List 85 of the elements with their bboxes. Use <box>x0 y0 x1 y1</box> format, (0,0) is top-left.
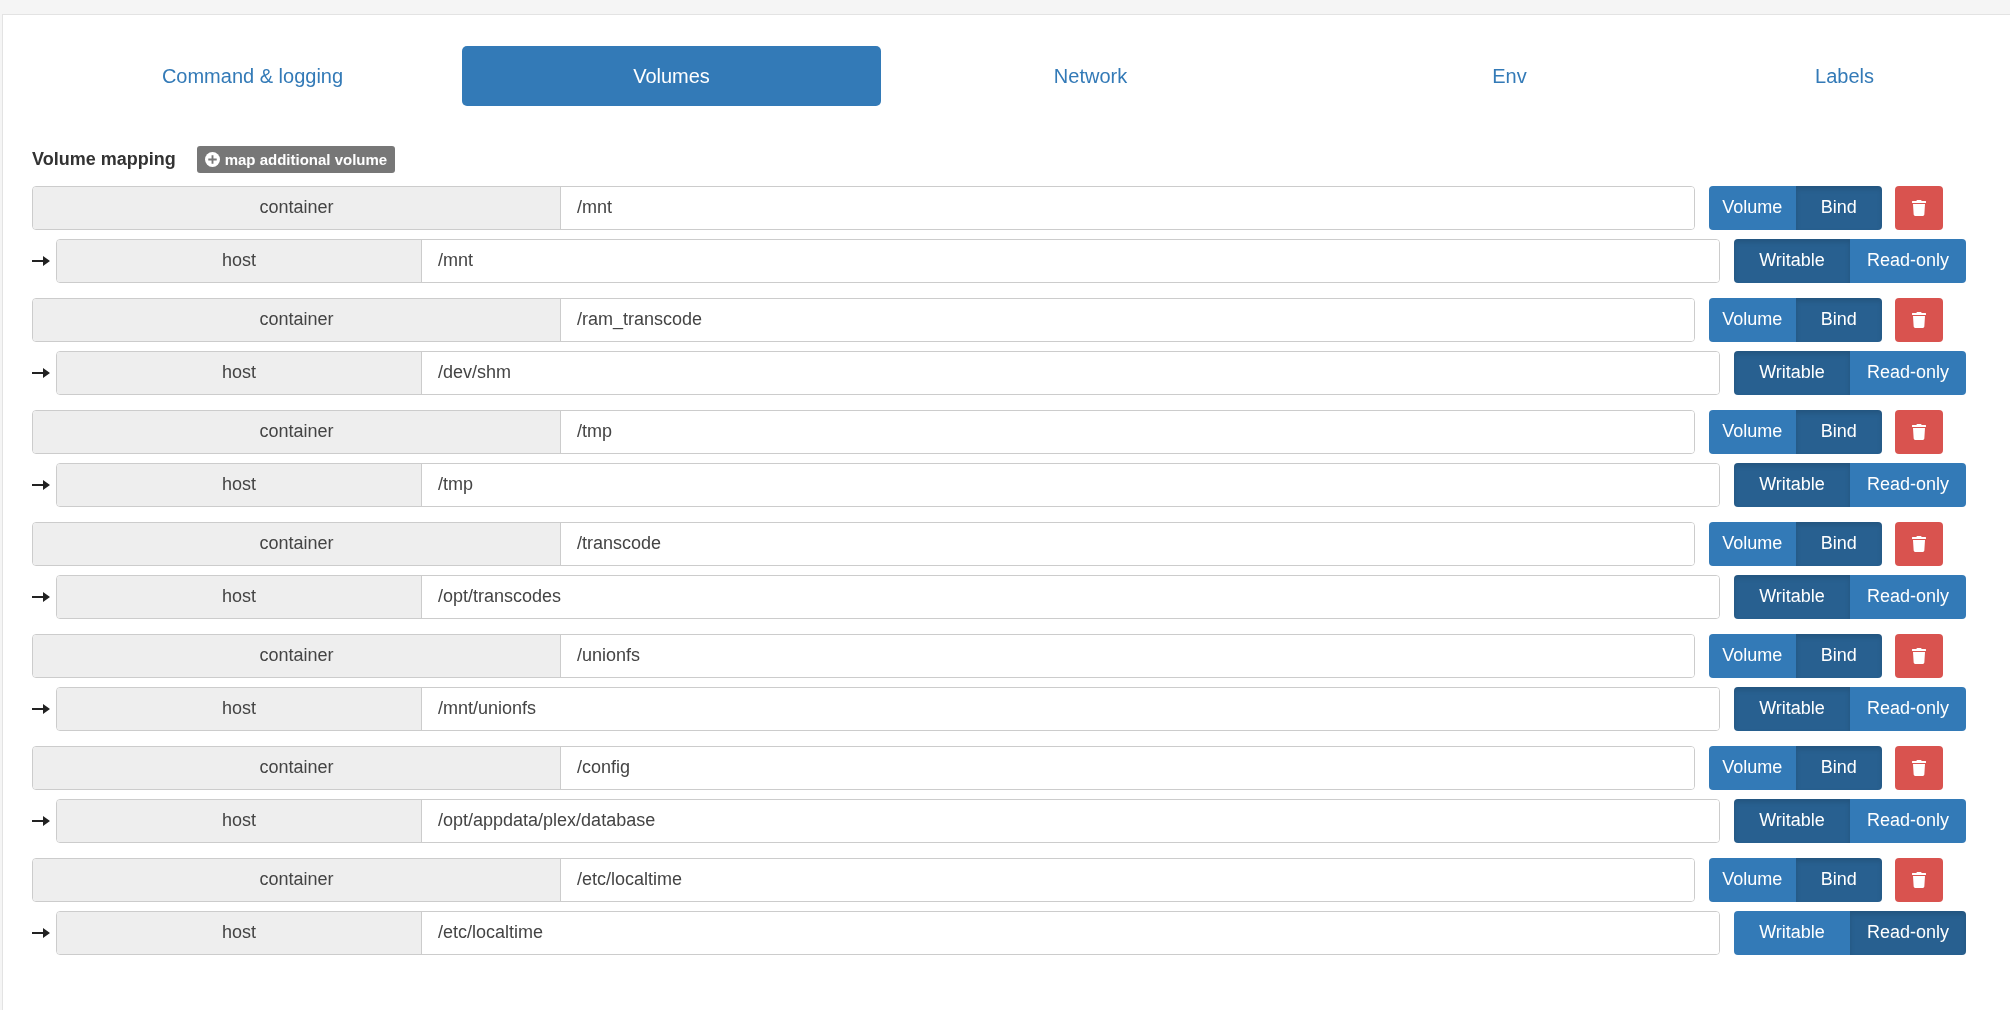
add-volume-button[interactable]: map additional volume <box>196 146 396 173</box>
field-label: host <box>57 799 422 842</box>
host-path-field[interactable]: host /dev/shm <box>56 350 1720 395</box>
trash-icon <box>1911 199 1927 216</box>
delete-button[interactable] <box>1895 409 1943 454</box>
toggle-option[interactable]: Read-only <box>1850 462 1966 507</box>
toggle-option[interactable]: Volume <box>1709 409 1796 454</box>
arrow-right-icon <box>32 478 50 491</box>
toggle-option[interactable]: Read-only <box>1850 686 1966 731</box>
toggle-option[interactable]: Writable <box>1734 574 1850 619</box>
arrow-right-icon <box>32 254 50 267</box>
host-path-field[interactable]: host /mnt <box>56 238 1720 283</box>
tab[interactable]: Command & logging <box>43 46 462 106</box>
trash-icon <box>1911 311 1927 328</box>
field-label: host <box>57 687 422 730</box>
toggle-option[interactable]: Bind <box>1795 409 1882 454</box>
arrow-right-icon <box>32 926 50 939</box>
arrow-right-icon <box>32 366 50 379</box>
tab[interactable]: Network <box>881 46 1300 106</box>
toggle-option[interactable]: Writable <box>1734 686 1850 731</box>
tab[interactable]: Env <box>1300 46 1719 106</box>
toggle-option[interactable]: Bind <box>1795 633 1882 678</box>
toggle-option[interactable]: Volume <box>1709 185 1796 230</box>
section-title: Volume mapping <box>32 149 176 170</box>
toggle-option[interactable]: Read-only <box>1850 238 1966 283</box>
toggle-option[interactable]: Volume <box>1709 521 1796 566</box>
toggle-option[interactable]: Read-only <box>1850 798 1966 843</box>
toggle-option[interactable]: Writable <box>1734 462 1850 507</box>
delete-button[interactable] <box>1895 521 1943 566</box>
trash-icon <box>1911 871 1927 888</box>
arrow-right-icon <box>32 814 50 827</box>
field-label: host <box>57 911 422 954</box>
field-label: host <box>57 463 422 506</box>
plus-circle-icon <box>204 152 220 167</box>
toggle-option[interactable]: Bind <box>1795 297 1882 342</box>
delete-button[interactable] <box>1895 297 1943 342</box>
field-label: host <box>57 351 422 394</box>
arrow-right-icon <box>32 702 50 715</box>
container-path-field[interactable]: container /config <box>32 745 1695 790</box>
field-label: container <box>33 298 561 341</box>
container-path-field[interactable]: container /mnt <box>32 185 1695 230</box>
delete-button[interactable] <box>1895 633 1943 678</box>
field-label: container <box>33 522 561 565</box>
toggle-option[interactable]: Writable <box>1734 798 1850 843</box>
host-path-field[interactable]: host /etc/localtime <box>56 910 1720 955</box>
field-label: container <box>33 746 561 789</box>
host-path-field[interactable]: host /opt/appdata/plex/database <box>56 798 1720 843</box>
toggle-option[interactable]: Bind <box>1795 521 1882 566</box>
toggle-option[interactable]: Bind <box>1795 857 1882 902</box>
delete-button[interactable] <box>1895 185 1943 230</box>
toggle-option[interactable]: Writable <box>1734 238 1850 283</box>
container-path-field[interactable]: container /transcode <box>32 521 1695 566</box>
toggle-option[interactable]: Volume <box>1709 297 1796 342</box>
tab[interactable]: Volumes <box>462 46 881 106</box>
field-label: container <box>33 634 561 677</box>
field-label: container <box>33 410 561 453</box>
toggle-option[interactable]: Volume <box>1709 857 1796 902</box>
toggle-option[interactable]: Read-only <box>1850 350 1966 395</box>
toggle-option[interactable]: Volume <box>1709 745 1796 790</box>
field-label: container <box>33 858 561 901</box>
delete-button[interactable] <box>1895 745 1943 790</box>
arrow-right-icon <box>32 590 50 603</box>
trash-icon <box>1911 759 1927 776</box>
toggle-option[interactable]: Read-only <box>1850 910 1966 955</box>
toggle-option[interactable]: Bind <box>1795 745 1882 790</box>
trash-icon <box>1911 535 1927 552</box>
trash-icon <box>1911 423 1927 440</box>
field-label: container <box>33 186 561 229</box>
toggle-option[interactable]: Writable <box>1734 350 1850 395</box>
container-path-field[interactable]: container /ram_transcode <box>32 297 1695 342</box>
host-path-field[interactable]: host /tmp <box>56 462 1720 507</box>
toggle-option[interactable]: Read-only <box>1850 574 1966 619</box>
host-path-field[interactable]: host /mnt/unionfs <box>56 686 1720 731</box>
container-path-field[interactable]: container /unionfs <box>32 633 1695 678</box>
delete-button[interactable] <box>1895 857 1943 902</box>
field-label: host <box>57 575 422 618</box>
host-path-field[interactable]: host /opt/transcodes <box>56 574 1720 619</box>
tab[interactable]: Labels <box>1719 46 1970 106</box>
container-path-field[interactable]: container /etc/localtime <box>32 857 1695 902</box>
container-path-field[interactable]: container /tmp <box>32 409 1695 454</box>
trash-icon <box>1911 647 1927 664</box>
field-label: host <box>57 239 422 282</box>
toggle-option[interactable]: Writable <box>1734 910 1850 955</box>
toggle-option[interactable]: Volume <box>1709 633 1796 678</box>
toggle-option[interactable]: Bind <box>1795 185 1882 230</box>
